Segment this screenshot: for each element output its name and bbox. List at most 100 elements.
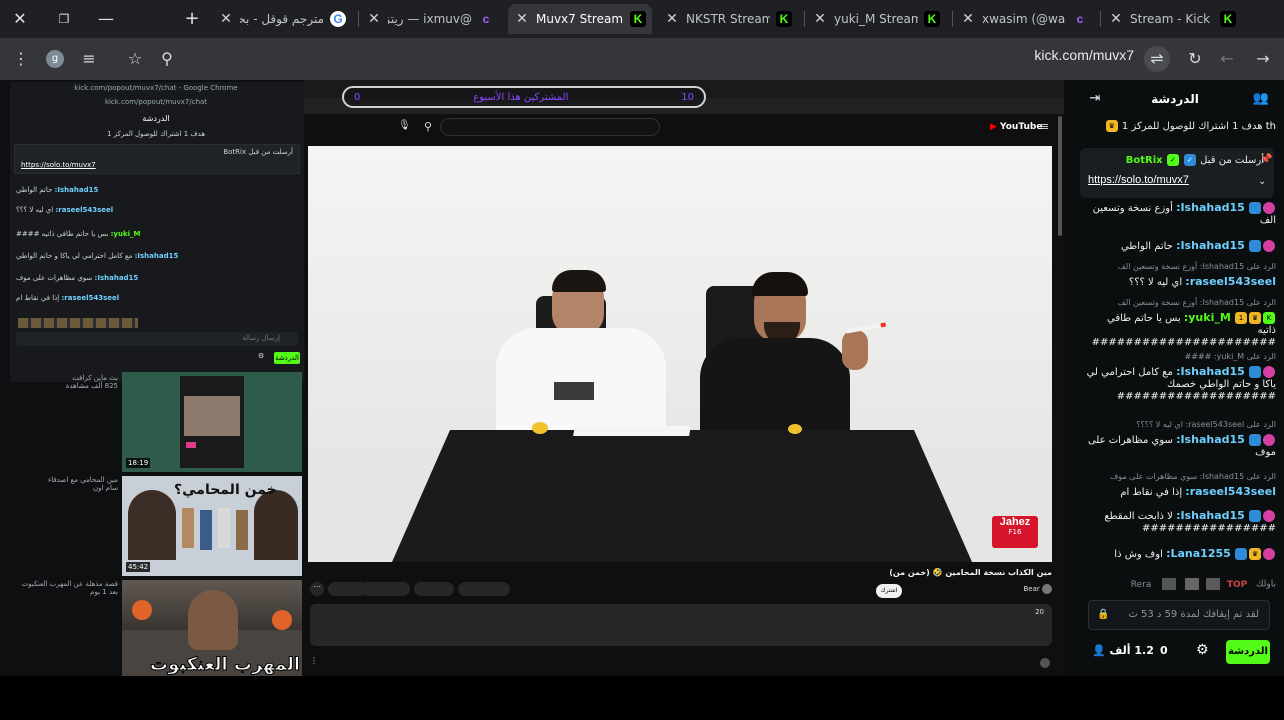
address-bar[interactable]: kick.com/muvx7	[1034, 47, 1134, 63]
search-icon[interactable]: ⚲	[424, 120, 432, 133]
chat-username[interactable]: Ishahad15:	[1176, 433, 1245, 446]
crown-badge-icon: ♛	[1249, 548, 1261, 560]
close-tab-icon[interactable]: ✕	[960, 11, 976, 27]
popout-pinned-link[interactable]: https://solo.to/muvx7	[21, 161, 96, 169]
chat-username[interactable]: Ishahad15:	[1176, 509, 1245, 522]
close-tab-icon[interactable]: ✕	[366, 11, 382, 27]
close-tab-icon[interactable]: ✕	[218, 11, 234, 27]
sub-badge-icon	[1263, 366, 1275, 378]
pinned-by: أرسلت من قبل ✓ ✓ BotRix	[1126, 154, 1264, 166]
youtube-logo[interactable]: ▶ YouTube	[990, 122, 1042, 132]
chat-panel: ⇥ الدردشة 👥 th هدف 1 اشتراك للوصول للمرك…	[1066, 80, 1284, 676]
mic-icon[interactable]: 🎙	[398, 120, 411, 131]
new-tab-icon[interactable]: +	[178, 6, 206, 32]
forward-icon[interactable]: ←	[1214, 46, 1240, 72]
youtube-search-box[interactable]	[440, 118, 660, 136]
chat-username[interactable]: Ishahad15:	[1176, 201, 1245, 214]
popout-pinned-by: أرسلت من قبل BotRix	[223, 148, 293, 156]
like-dislike-button[interactable]	[458, 582, 510, 596]
emote-thumb[interactable]	[1185, 578, 1200, 590]
sub-badge-icon	[1263, 202, 1275, 214]
chat-username[interactable]: raseel543seel:	[1185, 275, 1276, 288]
chat-username[interactable]: Ishahad15:	[1176, 239, 1245, 252]
chat-message: raseel543seel: اي ليه لا ؟؟؟	[1086, 276, 1276, 289]
more-actions-button[interactable]: ⋯	[310, 582, 324, 596]
goal-text: هدف 1 اشتراك للوصول للمركز 1	[1121, 121, 1263, 132]
channel-name[interactable]: Bear	[1023, 585, 1039, 593]
thumbnail-person-right	[254, 490, 298, 560]
sub-goal-overlay: 0 المشتركين هذا الأسبوع 10	[342, 86, 706, 108]
chat-username[interactable]: Ishahad15:	[1176, 365, 1245, 378]
chat-username[interactable]: Lana1255:	[1166, 547, 1231, 560]
kaw-icon: c	[1076, 12, 1084, 26]
popout-chat-input[interactable]: إرسال رسالة	[16, 332, 298, 346]
youtube-menu-icon[interactable]: ≡	[1040, 120, 1049, 133]
download-button[interactable]	[362, 582, 410, 596]
emote-thumb[interactable]	[1205, 578, 1220, 590]
video-thumbnail-1[interactable]: 18:19	[122, 372, 302, 472]
reply-context: الرد على yuki_M: ####	[1184, 352, 1276, 361]
emote-label[interactable]: TOP	[1227, 580, 1247, 590]
popout-input-placeholder: إرسال رسالة	[242, 334, 280, 342]
video-thumbnail-2[interactable]: خمن المحامي؟ 45:42	[122, 476, 302, 576]
chat-username[interactable]: yuki_M:	[1184, 311, 1231, 324]
goal-current: 0	[354, 91, 361, 103]
pinned-link[interactable]: https://solo.to/muvx7	[1088, 174, 1189, 186]
chat-input[interactable]: لقد تم إيقافك لمدة 59 د 53 ث 🔒	[1088, 600, 1270, 630]
chat-text: حاتم الواطي	[1120, 241, 1173, 252]
chat-users-icon[interactable]: 👥	[1252, 90, 1270, 108]
chat-username[interactable]: raseel543seel:	[1185, 485, 1276, 498]
pin-icon[interactable]: 📌	[1260, 154, 1272, 165]
video-frame[interactable]: Jahez F16	[308, 146, 1052, 562]
popout-send-button[interactable]: الدردشة	[274, 352, 300, 364]
tab-google-translate[interactable]: ✕ مترجم قوقل - بحث G	[212, 4, 352, 34]
subscribe-button[interactable]: اشترك	[876, 584, 902, 598]
close-tab-icon[interactable]: ✕	[664, 11, 680, 27]
youtube-scrollbar[interactable]	[1058, 116, 1062, 236]
kaw-icon: c	[482, 12, 490, 26]
emote-label[interactable]: باولك	[1256, 580, 1276, 590]
emote-thumb[interactable]	[1162, 578, 1177, 590]
comment-count: 20	[1035, 608, 1044, 616]
tab-muvx7-stream[interactable]: ✕ Muvx7 Stream K	[508, 4, 652, 34]
sponsor-watermark: Jahez F16	[992, 516, 1038, 548]
close-window-icon[interactable]: ✕	[6, 6, 34, 32]
close-tab-icon[interactable]: ✕	[1108, 11, 1124, 27]
stream-player[interactable]: kick.com/popout/muvx7/chat - Google Chro…	[0, 80, 1066, 676]
comment-options-icon[interactable]: ⋮	[310, 656, 318, 665]
tab-nkstr-stream[interactable]: ✕ NKSTR Stream K	[658, 4, 798, 34]
video-thumbnail-3[interactable]: المهرب العنكبوت	[122, 580, 302, 676]
site-settings-icon[interactable]: ⇌	[1144, 46, 1170, 72]
share-button[interactable]	[414, 582, 454, 596]
og-badge-icon	[1249, 434, 1261, 446]
tab-xwasim[interactable]: ✕ xwasim (@was) c	[954, 4, 1094, 34]
back-icon[interactable]: →	[1250, 46, 1276, 72]
tab-yuki-stream[interactable]: ✕ yuki_M Stream - K	[806, 4, 946, 34]
tab-kick-dashboard[interactable]: ✕ Stream - Kick Da K	[1102, 4, 1242, 34]
points-counter: 0	[1160, 644, 1168, 657]
close-tab-icon[interactable]: ✕	[514, 11, 530, 27]
emote-label[interactable]: Rera	[1131, 580, 1152, 590]
chat-message: Ishahad15: أوزع نسخة وتسعين الف	[1086, 202, 1276, 227]
reading-list-icon[interactable]: ≡	[76, 46, 102, 72]
tab-title: NKSTR Stream	[686, 12, 770, 26]
tab-ixmuv[interactable]: ✕ @ixmuv — ريتزز c	[360, 4, 500, 34]
description-box[interactable]: 20	[310, 604, 1052, 646]
restore-window-icon[interactable]: ❐	[50, 6, 78, 32]
close-tab-icon[interactable]: ✕	[812, 11, 828, 27]
profile-avatar[interactable]: g	[46, 50, 64, 68]
channel-avatar[interactable]	[1042, 584, 1052, 594]
chat-send-button[interactable]: الدردشة	[1226, 640, 1270, 664]
thumbnail-phone-frame	[180, 376, 244, 468]
bookmark-star-icon[interactable]: ☆	[122, 46, 148, 72]
lemon-left	[532, 422, 548, 434]
person-right-hair	[752, 272, 808, 296]
chevron-down-icon[interactable]: ⌄	[1258, 176, 1266, 187]
duration-badge: 45:42	[126, 562, 151, 572]
gear-icon[interactable]: ⚙	[1196, 642, 1209, 658]
popout-settings-icon[interactable]: ⚙	[258, 352, 264, 360]
menu-dots-icon[interactable]: ⋮	[8, 46, 34, 72]
reload-icon[interactable]: ↻	[1182, 46, 1208, 72]
minimize-window-icon[interactable]: —	[92, 6, 120, 32]
zoom-icon[interactable]: ⚲	[154, 46, 180, 72]
